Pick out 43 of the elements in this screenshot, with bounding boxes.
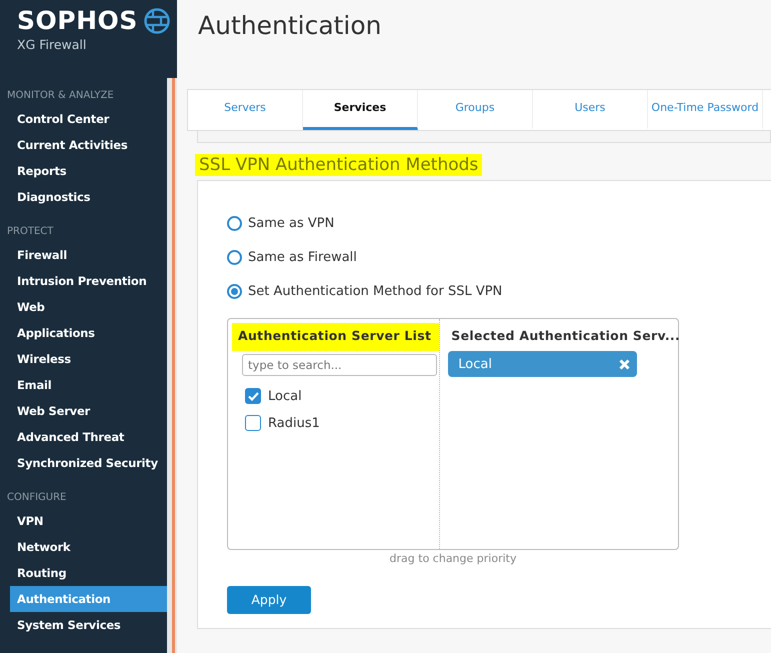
sidebar-item[interactable]: Web xyxy=(10,294,167,320)
sidebar-item[interactable]: System Services xyxy=(10,612,167,638)
section-heading: CONFIGURE xyxy=(6,491,68,505)
page-title: Authentication xyxy=(198,10,383,42)
apply-button[interactable]: Apply xyxy=(227,586,311,614)
checkbox-label[interactable]: Local xyxy=(268,386,302,406)
tab[interactable]: Services xyxy=(303,90,418,130)
hint-text: drag to change priority xyxy=(388,550,518,566)
option-label[interactable]: Same as VPN xyxy=(248,214,334,234)
sidebar-item[interactable]: Routing xyxy=(10,560,167,586)
sidebar-item[interactable]: Diagnostics xyxy=(10,184,167,210)
option-label[interactable]: Set Authentication Method for SSL VPN xyxy=(248,282,502,302)
radio-button[interactable] xyxy=(227,216,242,231)
search-field[interactable]: type to search... xyxy=(242,354,437,376)
option-label[interactable]: Same as Firewall xyxy=(248,248,357,268)
sidebar-item[interactable]: Control Center xyxy=(10,106,167,132)
sidebar-item[interactable]: Email xyxy=(10,372,167,398)
sidebar-item[interactable]: Network xyxy=(10,534,167,560)
product-name: XG Firewall xyxy=(17,36,88,54)
section-heading: PROTECT xyxy=(6,225,54,239)
sidebar-item[interactable]: Intrusion Prevention xyxy=(10,268,167,294)
remove-icon[interactable] xyxy=(619,358,630,370)
checkbox-label[interactable]: Radius1 xyxy=(268,414,320,433)
sidebar-item[interactable]: Wireless xyxy=(10,346,167,372)
sidebar-item[interactable]: Current Activities xyxy=(10,132,167,158)
checkbox[interactable] xyxy=(245,415,261,432)
section-title: SSL VPN Authentication Methods xyxy=(195,154,482,176)
sidebar-item[interactable]: Advanced Threat xyxy=(10,424,167,450)
section-heading: MONITOR & ANALYZE xyxy=(6,89,115,103)
list-title: Selected Authentication Serv... xyxy=(450,326,680,344)
sidebar-item[interactable]: VPN xyxy=(10,508,167,534)
sidebar-item[interactable]: Synchronized Security xyxy=(10,450,167,476)
sidebar-item[interactable]: Reports xyxy=(10,158,167,184)
brand-name: SOPHOS xyxy=(17,6,138,36)
radio-button[interactable] xyxy=(227,284,242,299)
sidebar-item[interactable]: Firewall xyxy=(10,242,167,268)
shield-logo-icon xyxy=(144,8,170,34)
sidebar-item[interactable]: Web Server xyxy=(10,398,167,424)
checkbox[interactable] xyxy=(245,388,261,404)
list-title: Authentication Server List xyxy=(232,322,440,352)
chip-label: Local xyxy=(458,356,492,374)
sidebar-item[interactable]: Applications xyxy=(10,320,167,346)
radio-button[interactable] xyxy=(227,250,242,265)
